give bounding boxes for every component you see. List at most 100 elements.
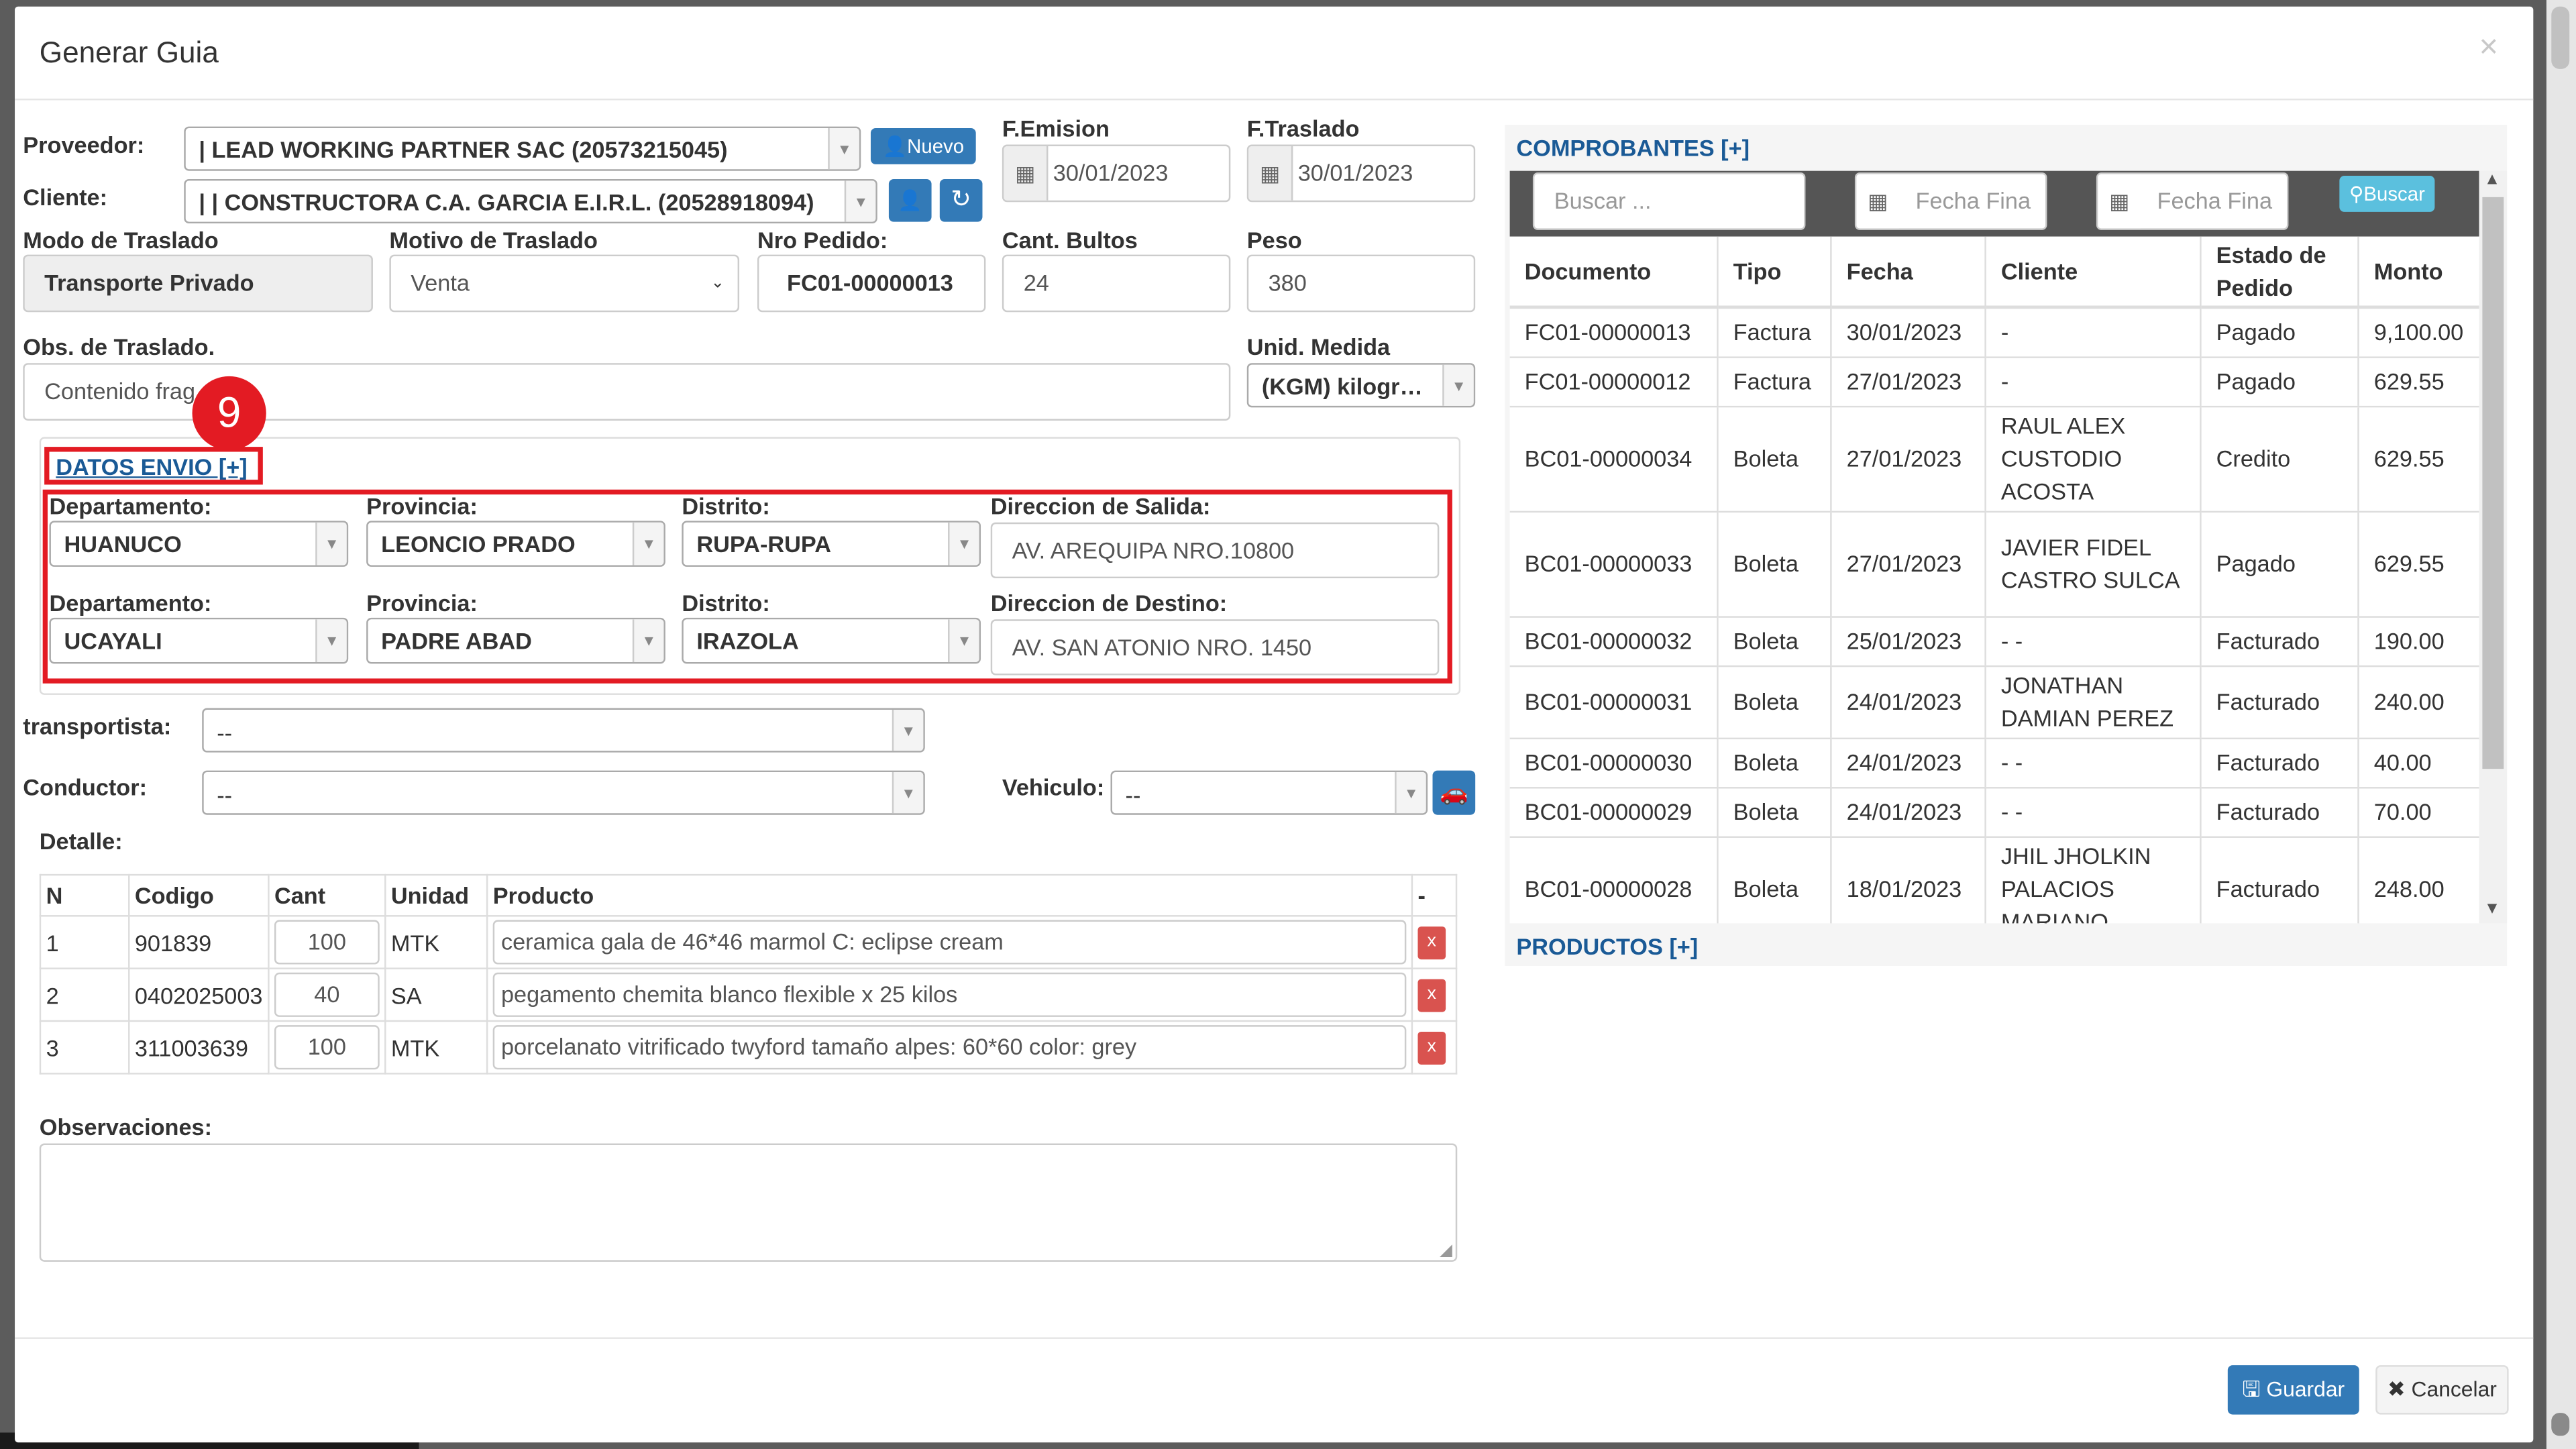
chevron-down-icon[interactable]: ▼ (2484, 900, 2500, 918)
step-badge: 9 (192, 376, 266, 451)
producto-input[interactable]: ceramica gala de 46*46 marmol C: eclipse… (492, 920, 1407, 965)
ftraslado-label: F.Traslado (1246, 115, 1360, 142)
table-row[interactable]: BC01-00000029 Boleta 24/01/2023 - - Fact… (1509, 787, 2479, 837)
delete-row-button[interactable]: x (1417, 926, 1446, 960)
unidad-medida-select[interactable]: (KGM) kilogr… ▼ (1246, 363, 1476, 408)
salida-departamento-select[interactable]: HUANUCO ▼ (49, 521, 349, 567)
row-n: 1 (39, 915, 130, 969)
cell-fecha: 25/01/2023 (1830, 616, 1986, 667)
cell-fecha: 18/01/2023 (1830, 836, 1986, 924)
search-icon: ⚲ (2349, 182, 2364, 206)
buscar-button[interactable]: ⚲Buscar (2339, 176, 2435, 212)
table-row[interactable]: FC01-00000013 Factura 30/01/2023 - Pagad… (1509, 307, 2479, 358)
producto-input[interactable]: pegamento chemita blanco flexible x 25 k… (492, 972, 1407, 1017)
modal-title: Generar Guia (39, 36, 219, 69)
guardar-button[interactable]: 🖫 Guardar (2227, 1365, 2359, 1415)
cell-tipo: Boleta (1717, 787, 1831, 837)
row-codigo: 901839 (128, 915, 270, 969)
observaciones-textarea[interactable]: ◢ (39, 1143, 1458, 1262)
table-row[interactable]: FC01-00000012 Factura 27/01/2023 - Pagad… (1509, 356, 2479, 407)
refresh-button[interactable]: ↻ (939, 178, 983, 222)
row-n: 2 (39, 967, 130, 1022)
comprobantes-table-wrap: Documento Tipo Fecha Cliente Estado de P… (1509, 236, 2479, 924)
chevron-up-icon[interactable]: ▲ (2484, 171, 2500, 189)
row-codigo: 311003639 (128, 1020, 270, 1075)
cell-estado: Pagado (2200, 356, 2359, 407)
cell-fecha: 27/01/2023 (1830, 511, 1986, 617)
motivo-traslado-select[interactable]: Venta ⌄ (389, 254, 740, 313)
delete-row-button[interactable]: x (1417, 1031, 1446, 1065)
cancelar-button[interactable]: ✖ Cancelar (2375, 1365, 2509, 1415)
vehiculo-button[interactable]: 🚗 (1432, 770, 1476, 815)
col-fecha: Fecha (1830, 236, 1986, 309)
nro-pedido-input[interactable]: FC01-00000013 (757, 254, 986, 313)
unidad-medida-label: Unid. Medida (1246, 333, 1391, 360)
vehiculo-select[interactable]: -- ▼ (1110, 770, 1428, 815)
page-scrollbar-thumb[interactable] (2551, 6, 2570, 69)
modo-traslado-label: Modo de Traslado (23, 226, 219, 254)
direccion-destino-label: Direccion de Destino: (990, 590, 1228, 616)
conductor-label: Conductor: (23, 773, 148, 800)
salida-provincia-value: LEONCIO PRADO (381, 531, 576, 557)
modo-traslado-input[interactable]: Transporte Privado (23, 254, 373, 313)
comprobantes-link[interactable]: COMPROBANTES [+] (1516, 135, 1750, 161)
proveedor-select[interactable]: | LEAD WORKING PARTNER SAC (20573215045)… (184, 126, 861, 171)
cant-input[interactable]: 40 (274, 972, 380, 1017)
table-row[interactable]: BC01-00000033 Boleta 27/01/2023 JAVIER F… (1509, 511, 2479, 617)
direccion-salida-input[interactable]: AV. AREQUIPA NRO.10800 (990, 522, 1440, 579)
add-user-button[interactable]: 👤 (888, 178, 932, 222)
direccion-destino-input[interactable]: AV. SAN ATONIO NRO. 1450 (990, 619, 1440, 676)
cant-input[interactable]: 100 (274, 920, 380, 965)
cell-cliente: JAVIER FIDEL CASTRO SULCA (1984, 511, 2201, 617)
proveedor-value: | LEAD WORKING PARTNER SAC (20573215045) (199, 136, 728, 163)
cell-estado: Facturado (2200, 737, 2359, 788)
cell-tipo: Boleta (1717, 405, 1831, 512)
producto-input[interactable]: porcelanato vitrificado twyford tamaño a… (492, 1025, 1407, 1070)
resize-handle-icon[interactable]: ◢ (1440, 1242, 1452, 1260)
close-icon[interactable]: × (2479, 30, 2499, 67)
cell-tipo: Boleta (1717, 665, 1831, 739)
productos-link[interactable]: PRODUCTOS [+] (1516, 933, 1698, 959)
peso-input[interactable]: 380 (1246, 254, 1476, 313)
cell-cliente: - - (1984, 787, 2201, 837)
fecha-fin-input[interactable]: ▦ Fecha Fina (2096, 172, 2289, 230)
nuevo-proveedor-button[interactable]: 👤Nuevo (870, 128, 976, 164)
cant-input[interactable]: 100 (274, 1025, 380, 1070)
page-scrollbar[interactable] (2546, 0, 2576, 1449)
table-row[interactable]: BC01-00000030 Boleta 24/01/2023 - - Fact… (1509, 737, 2479, 788)
calendar-icon: ▦ (1004, 146, 1049, 201)
salida-provincia-select[interactable]: LEONCIO PRADO ▼ (366, 521, 665, 567)
cell-monto: 629.55 (2357, 356, 2479, 407)
table-row[interactable]: BC01-00000028 Boleta 18/01/2023 JHIL JHO… (1509, 836, 2479, 924)
cell-monto: 629.55 (2357, 511, 2479, 617)
fecha-inicio-input[interactable]: ▦ Fecha Fina (1854, 172, 2047, 230)
delete-row-button[interactable]: x (1417, 979, 1446, 1012)
destino-distrito-select[interactable]: IRAZOLA ▼ (682, 617, 981, 664)
cell-monto: 240.00 (2357, 665, 2479, 739)
save-icon: 🖫 (2242, 1377, 2261, 1401)
chevron-down-icon: ▼ (632, 619, 664, 662)
row-cant-cell: 40 (268, 967, 386, 1022)
comprobantes-scrollbar-thumb[interactable] (2482, 197, 2504, 769)
page-scrollbar-thumb-bottom[interactable] (2551, 1413, 2570, 1436)
datos-envio-link[interactable]: DATOS ENVIO [+] (56, 453, 247, 480)
ftraslado-input[interactable]: ▦ 30/01/2023 (1246, 144, 1476, 203)
cell-tipo: Boleta (1717, 511, 1831, 617)
comprobantes-scrollbar[interactable]: ▲ ▼ (2479, 170, 2508, 924)
comprobantes-search-input[interactable]: Buscar ... (1532, 172, 1806, 230)
table-row[interactable]: BC01-00000032 Boleta 25/01/2023 - - Fact… (1509, 616, 2479, 667)
destino-departamento-select[interactable]: UCAYALI ▼ (49, 617, 349, 664)
salida-distrito-select[interactable]: RUPA-RUPA ▼ (682, 521, 981, 567)
row-cant-cell: 100 (268, 915, 386, 969)
chevron-down-icon: ▼ (948, 619, 979, 662)
table-row[interactable]: BC01-00000034 Boleta 27/01/2023 RAUL ALE… (1509, 405, 2479, 512)
femision-input[interactable]: ▦ 30/01/2023 (1002, 144, 1231, 203)
cliente-select[interactable]: | | CONSTRUCTORA C.A. GARCIA E.I.R.L. (2… (184, 178, 877, 224)
conductor-select[interactable]: -- ▼ (202, 770, 925, 815)
destino-provincia-select[interactable]: PADRE ABAD ▼ (366, 617, 665, 664)
cell-estado: Facturado (2200, 665, 2359, 739)
cant-bultos-input[interactable]: 24 (1002, 254, 1231, 313)
table-row[interactable]: BC01-00000031 Boleta 24/01/2023 JONATHAN… (1509, 665, 2479, 739)
transportista-select[interactable]: -- ▼ (202, 708, 925, 753)
cell-doc: BC01-00000033 (1509, 511, 1718, 617)
